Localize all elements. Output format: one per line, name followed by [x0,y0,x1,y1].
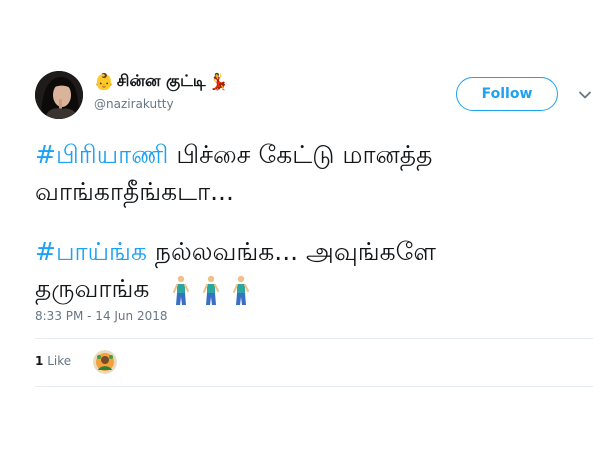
dancer-emoji-icon: 💃 [208,72,229,91]
divider [35,386,593,387]
hashtag-link[interactable]: #பாய்ங்க [35,237,147,266]
author-handle[interactable]: @nazirakutty [94,97,174,111]
author-avatar[interactable] [35,71,83,119]
author-display-name[interactable]: 👶 சின்ன குட்டி 💃 [94,71,229,92]
tweet-text-line: தருவாங்க [35,270,595,307]
walking-emoji-group [171,275,251,305]
chevron-down-icon[interactable] [577,87,593,103]
tweet-text-segment: பிச்சை கேட்டு மானத்த [168,140,433,169]
person-walking-icon [173,275,190,305]
like-count-label: Like [47,354,72,368]
liker-avatar[interactable] [93,350,117,374]
tweet-timestamp[interactable]: 8:33 PM - 14 Jun 2018 [35,309,168,323]
tweet-text-line: #பிரியாணி பிச்சை கேட்டு மானத்த [35,136,595,173]
tweet-text-segment: தருவாங்க [35,274,150,303]
like-count-number: 1 [35,354,44,368]
person-walking-icon [233,275,250,305]
like-count[interactable]: 1 Like [35,354,71,368]
follow-button[interactable]: Follow [456,77,558,111]
tweet-card: 👶 சின்ன குட்டி 💃 @nazirakutty Follow #பி… [0,0,600,450]
baby-emoji-icon: 👶 [94,72,114,91]
tweet-text-line: #பாய்ங்க நல்லவங்க... அவுங்களே [35,233,595,270]
hashtag-link[interactable]: #பிரியாணி [35,140,168,169]
tweet-text-line: வாங்காதீங்கடா... [35,177,234,206]
divider [35,338,593,339]
tweet-text: #பிரியாணி பிச்சை கேட்டு மானத்த வாங்காதீங… [35,136,595,307]
tweet-text-segment: நல்லவங்க... அவுங்களே [146,237,436,266]
person-walking-icon [203,275,220,305]
author-name-text: சின்ன குட்டி [116,71,206,90]
